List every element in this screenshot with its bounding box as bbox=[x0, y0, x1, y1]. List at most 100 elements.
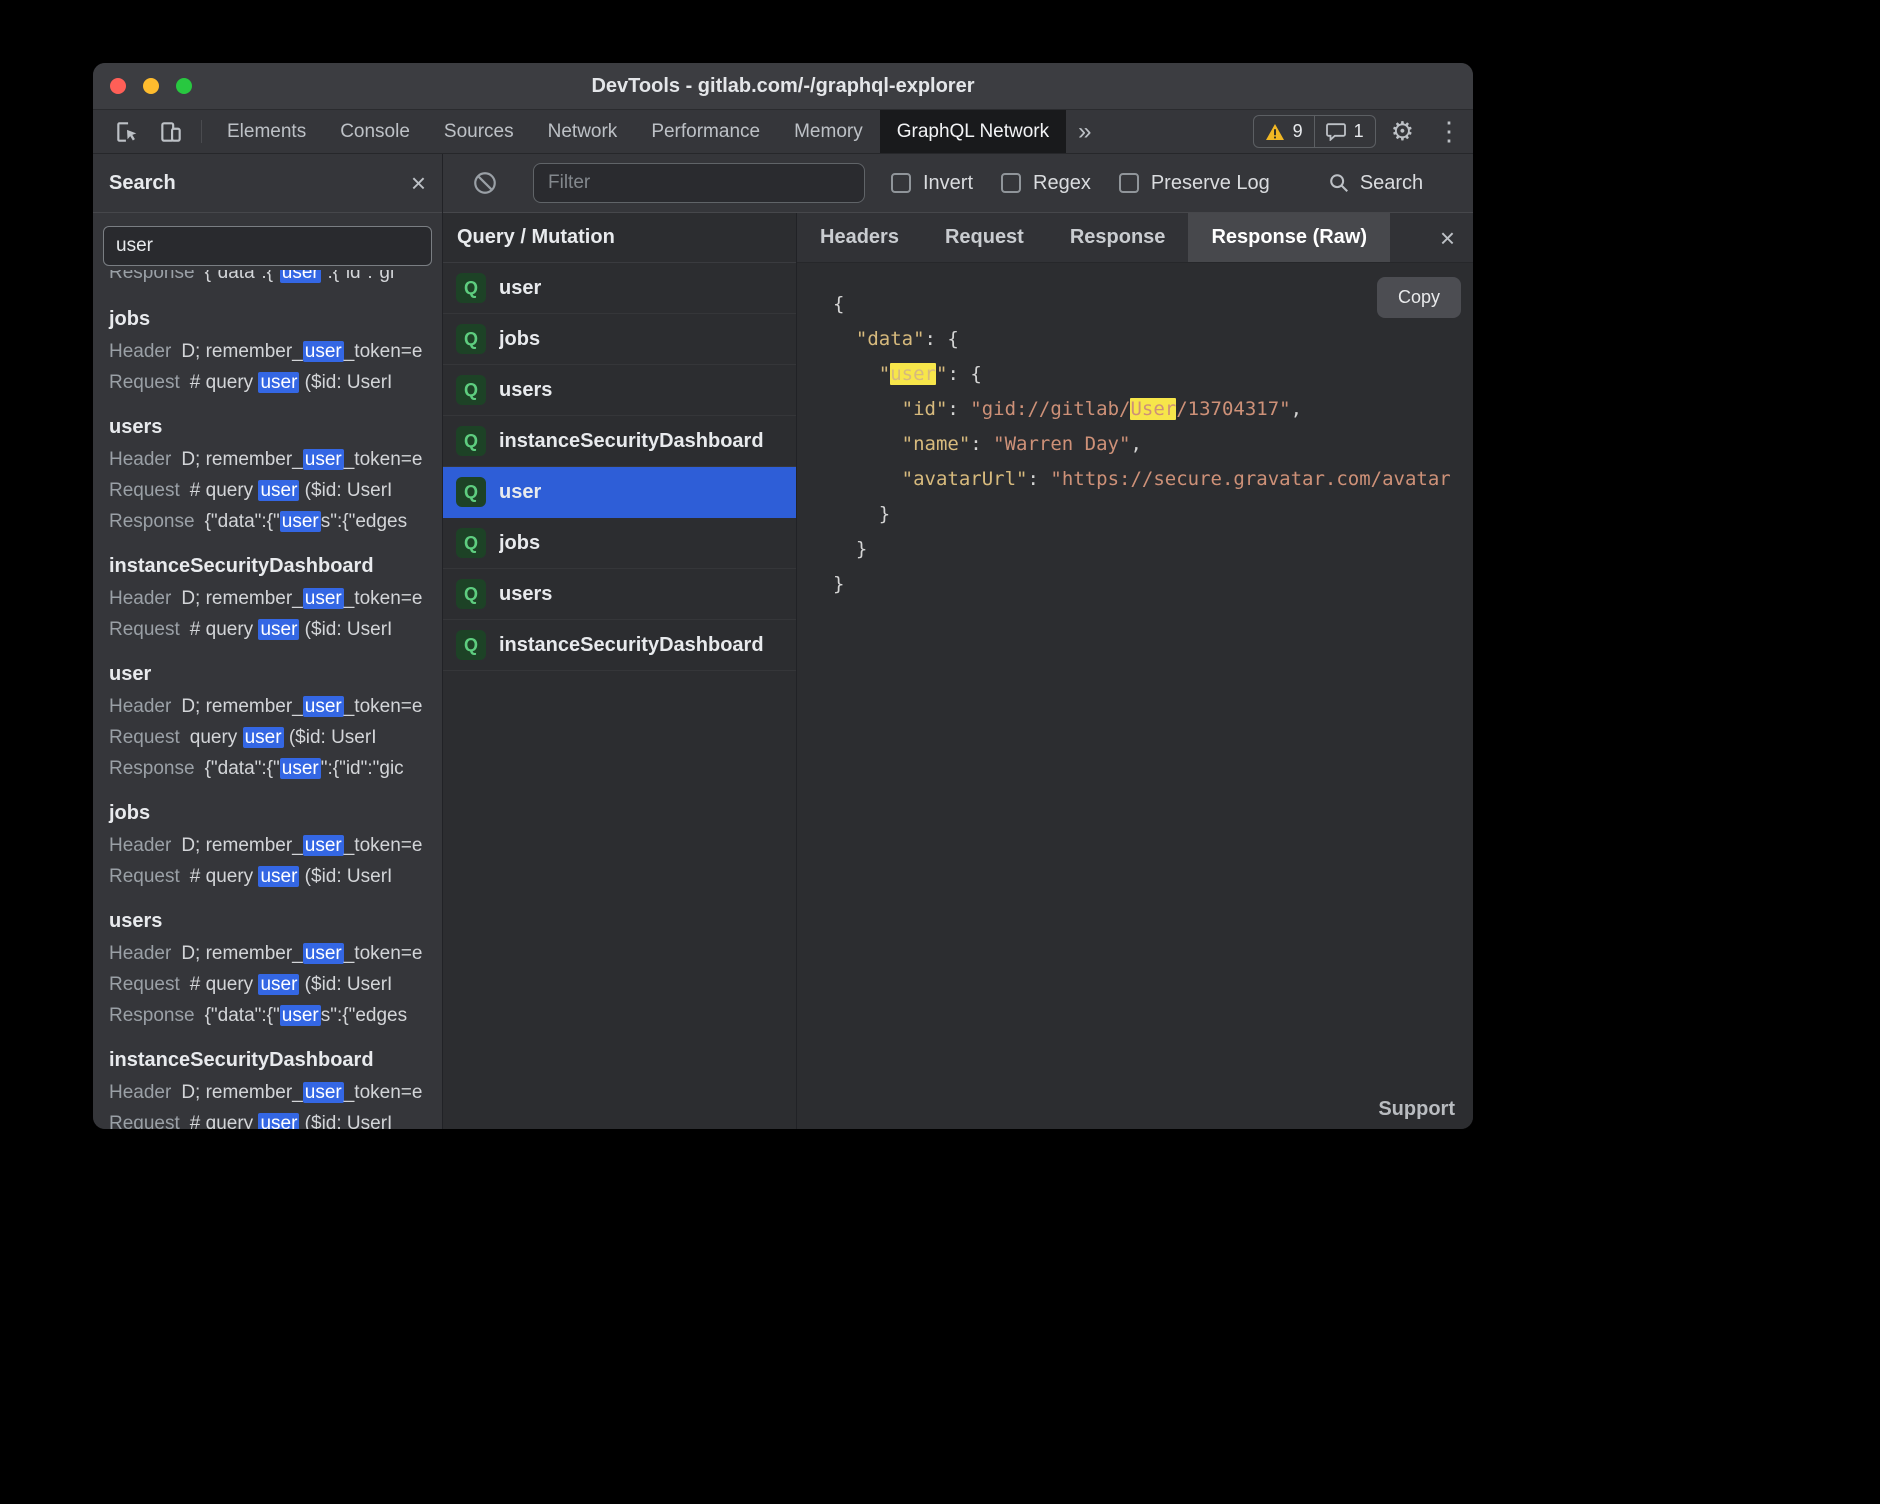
response-raw-view[interactable]: { "data": { "user": { "id": "gid://gitla… bbox=[797, 263, 1473, 1129]
response-tab-request[interactable]: Request bbox=[922, 213, 1047, 262]
query-list-item-user[interactable]: Quser bbox=[443, 263, 796, 314]
result-line-text: # query user ($id: UserI bbox=[190, 619, 393, 640]
response-tab-response[interactable]: Response bbox=[1047, 213, 1189, 262]
query-list-item-instancesecuritydashboard[interactable]: QinstanceSecurityDashboard bbox=[443, 620, 796, 671]
query-panel-title: Query / Mutation bbox=[457, 226, 615, 249]
code-token: /13704317" bbox=[1176, 398, 1290, 420]
toolbar-search-button[interactable]: Search bbox=[1328, 172, 1423, 195]
search-result[interactable]: jobsHeaderD; remember_user_token=eReques… bbox=[109, 802, 430, 892]
code-token: } bbox=[833, 538, 867, 560]
filter-checkboxes: Invert Regex Preserve Log bbox=[891, 172, 1270, 195]
network-region: Invert Regex Preserve Log Search Query / M… bbox=[443, 154, 1473, 1129]
close-details-icon[interactable]: × bbox=[1422, 225, 1473, 251]
tab-network[interactable]: Network bbox=[531, 110, 635, 153]
support-link[interactable]: Support bbox=[1378, 1098, 1455, 1121]
minimize-window-button[interactable] bbox=[143, 78, 159, 94]
inspect-element-icon[interactable] bbox=[105, 110, 149, 153]
text-segment: D; remember_ bbox=[181, 341, 302, 362]
search-icon bbox=[1328, 172, 1350, 194]
result-line-label: Request bbox=[109, 480, 180, 501]
query-list-item-users[interactable]: Qusers bbox=[443, 569, 796, 620]
text-segment: # query bbox=[190, 480, 259, 501]
window-controls bbox=[110, 63, 192, 109]
search-result[interactable]: instanceSecurityDashboardHeaderD; rememb… bbox=[109, 555, 430, 645]
response-tab-list: HeadersRequestResponseResponse (Raw) bbox=[797, 213, 1390, 262]
result-line-label: Request bbox=[109, 727, 180, 748]
text-segment: _token=e bbox=[344, 588, 423, 609]
code-token: "https://secure.gravatar.com/avatar bbox=[1050, 468, 1450, 490]
search-result[interactable]: jobsHeaderD; remember_user_token=eReques… bbox=[109, 308, 430, 398]
result-line: Header D; remember_user_token=e bbox=[109, 336, 430, 367]
query-list-item-users[interactable]: Qusers bbox=[443, 365, 796, 416]
code-token: } bbox=[833, 503, 890, 525]
text-segment: ($id: UserI bbox=[284, 727, 377, 748]
search-input[interactable] bbox=[103, 226, 432, 266]
more-tabs-icon[interactable]: » bbox=[1066, 110, 1103, 153]
result-line-label: Request bbox=[109, 1113, 180, 1129]
result-line-label: Header bbox=[109, 341, 171, 362]
query-label: user bbox=[499, 481, 541, 504]
search-results-list[interactable]: Response{"data":{"user":{"id":"gijobsHea… bbox=[93, 268, 442, 1129]
result-line-text: {"data":{"users":{"edges bbox=[205, 1005, 408, 1026]
clear-icon[interactable] bbox=[463, 170, 507, 196]
checkbox-box bbox=[891, 173, 911, 193]
query-list-item-user[interactable]: Quser bbox=[443, 467, 796, 518]
copy-button[interactable]: Copy bbox=[1377, 277, 1461, 318]
query-type-badge: Q bbox=[456, 426, 486, 456]
filter-input[interactable] bbox=[533, 163, 865, 203]
json-code: { "data": { "user": { "id": "gid://gitla… bbox=[833, 287, 1473, 602]
result-line-label: Header bbox=[109, 449, 171, 470]
settings-gear-icon[interactable]: ⚙ bbox=[1380, 110, 1425, 153]
search-result[interactable]: usersHeaderD; remember_user_token=eReque… bbox=[109, 416, 430, 537]
code-token: : { bbox=[947, 363, 981, 385]
search-result[interactable]: userHeaderD; remember_user_token=eReques… bbox=[109, 663, 430, 784]
network-panes: Query / Mutation QuserQjobsQusersQinstan… bbox=[443, 213, 1473, 1129]
code-token: : bbox=[970, 433, 993, 455]
search-match: user bbox=[303, 696, 344, 717]
result-line-text: D; remember_user_token=e bbox=[181, 835, 422, 856]
result-line-text: # query user ($id: UserI bbox=[190, 974, 393, 995]
search-panel: Search × Response{"data":{"user":{"id":"… bbox=[93, 154, 443, 1129]
response-tab-headers[interactable]: Headers bbox=[797, 213, 922, 262]
kebab-menu-icon[interactable]: ⋮ bbox=[1425, 110, 1473, 153]
issues-badge[interactable]: 1 bbox=[1315, 115, 1376, 148]
close-search-icon[interactable]: × bbox=[411, 170, 426, 196]
response-tabs: HeadersRequestResponseResponse (Raw) × bbox=[797, 213, 1473, 263]
text-segment: ($id: UserI bbox=[299, 372, 392, 393]
code-token: , bbox=[1130, 433, 1141, 455]
code-token: "Warren Day" bbox=[993, 433, 1130, 455]
query-label: users bbox=[499, 379, 552, 402]
warnings-badge[interactable]: 9 bbox=[1253, 115, 1315, 148]
tab-memory[interactable]: Memory bbox=[777, 110, 880, 153]
device-toolbar-icon[interactable] bbox=[149, 110, 193, 153]
response-tab-response-raw[interactable]: Response (Raw) bbox=[1188, 213, 1390, 262]
search-result[interactable]: instanceSecurityDashboardHeaderD; rememb… bbox=[109, 1049, 430, 1129]
result-line-label: Response bbox=[109, 758, 195, 779]
toolbar-search-label: Search bbox=[1360, 172, 1423, 195]
result-line-text: # query user ($id: UserI bbox=[190, 480, 393, 501]
tab-sources[interactable]: Sources bbox=[427, 110, 531, 153]
result-line-label: Request bbox=[109, 372, 180, 393]
tab-console[interactable]: Console bbox=[323, 110, 427, 153]
code-token: : { bbox=[925, 328, 959, 350]
search-match: user bbox=[280, 1005, 321, 1026]
search-match: user bbox=[258, 619, 299, 640]
query-list[interactable]: QuserQjobsQusersQinstanceSecurityDashboa… bbox=[443, 263, 796, 1129]
search-match: user bbox=[280, 758, 321, 779]
query-list-item-instancesecuritydashboard[interactable]: QinstanceSecurityDashboard bbox=[443, 416, 796, 467]
tab-elements[interactable]: Elements bbox=[210, 110, 323, 153]
query-type-badge: Q bbox=[456, 324, 486, 354]
search-match: user bbox=[303, 943, 344, 964]
checkbox-invert[interactable]: Invert bbox=[891, 172, 973, 195]
zoom-window-button[interactable] bbox=[176, 78, 192, 94]
checkbox-preserve-log[interactable]: Preserve Log bbox=[1119, 172, 1270, 195]
close-window-button[interactable] bbox=[110, 78, 126, 94]
query-list-item-jobs[interactable]: Qjobs bbox=[443, 518, 796, 569]
query-list-item-jobs[interactable]: Qjobs bbox=[443, 314, 796, 365]
tab-performance[interactable]: Performance bbox=[634, 110, 777, 153]
result-line-text: D; remember_user_token=e bbox=[181, 341, 422, 362]
search-result[interactable]: usersHeaderD; remember_user_token=eReque… bbox=[109, 910, 430, 1031]
tab-graphql-network[interactable]: GraphQL Network bbox=[880, 110, 1066, 153]
checkbox-regex[interactable]: Regex bbox=[1001, 172, 1091, 195]
result-line-text: query user ($id: UserI bbox=[190, 727, 377, 748]
